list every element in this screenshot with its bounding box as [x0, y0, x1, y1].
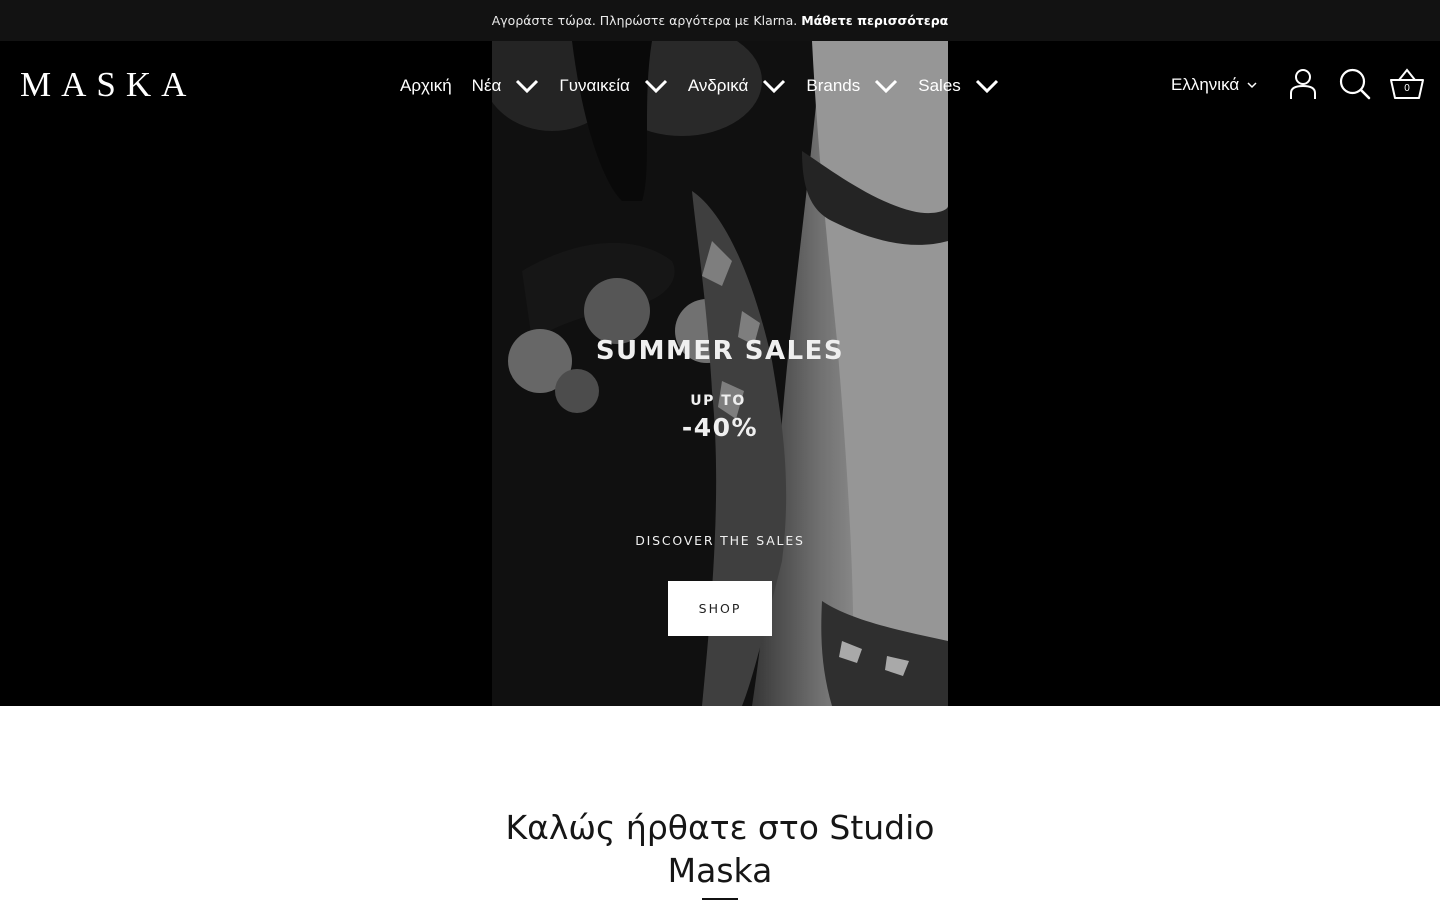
- site-logo[interactable]: MASKA: [20, 67, 196, 103]
- search-icon[interactable]: [1339, 68, 1371, 100]
- nav-item-label: Αρχική: [400, 76, 452, 95]
- account-icon[interactable]: [1289, 68, 1317, 100]
- nav-item-label: Sales: [918, 76, 961, 95]
- hero-banner: SUMMER SALES UP TO -40% DISCOVER THE SAL…: [0, 41, 1440, 706]
- nav-item-label: Γυναικεία: [559, 76, 630, 95]
- hero-discover-text: DISCOVER THE SALES: [635, 533, 805, 548]
- nav-item-label: Ανδρικά: [687, 76, 749, 95]
- chevron-down-icon: [875, 79, 898, 93]
- language-label: Ελληνικά: [1171, 75, 1240, 94]
- shop-button[interactable]: SHOP: [668, 581, 772, 636]
- hero-title: SUMMER SALES: [595, 336, 845, 366]
- cart-count-badge: 0: [1404, 83, 1410, 94]
- announcement-bar: Αγοράστε τώρα. Πληρώστε αργότερα με Klar…: [0, 0, 1440, 41]
- nav-item-men[interactable]: Ανδρικά: [688, 76, 787, 96]
- welcome-heading: Καλώς ήρθατε στο Studio Maska: [420, 806, 1020, 892]
- announcement-text: Αγοράστε τώρα. Πληρώστε αργότερα με Klar…: [491, 13, 798, 28]
- language-selector[interactable]: Ελληνικά: [1171, 75, 1257, 95]
- chevron-down-icon: [516, 79, 539, 93]
- welcome-line-1: Καλώς ήρθατε στο Studio: [505, 808, 935, 847]
- welcome-line-2: Maska: [667, 851, 773, 890]
- nav-item-label: Νέα: [471, 76, 502, 95]
- chevron-down-icon: [1247, 81, 1257, 88]
- hero-percent: -40%: [681, 413, 759, 442]
- nav-item-new[interactable]: Νέα: [472, 76, 540, 96]
- nav-item-home[interactable]: Αρχική: [400, 76, 452, 96]
- chevron-down-icon: [975, 79, 998, 93]
- site-header: MASKA Αρχική Νέα Γυναικεία Ανδρικά Brand…: [0, 41, 1440, 131]
- chevron-down-icon: [644, 79, 667, 93]
- chevron-down-icon: [763, 79, 786, 93]
- nav-item-brands[interactable]: Brands: [806, 76, 898, 96]
- nav-item-sales[interactable]: Sales: [918, 76, 999, 96]
- nav-item-women[interactable]: Γυναικεία: [559, 76, 667, 96]
- main-nav: Αρχική Νέα Γυναικεία Ανδρικά Brands Sale…: [400, 70, 1019, 102]
- hero-upto: UP TO: [690, 393, 746, 409]
- nav-item-label: Brands: [806, 76, 861, 95]
- announcement-learn-more-link[interactable]: Μάθετε περισσότερα: [801, 13, 948, 28]
